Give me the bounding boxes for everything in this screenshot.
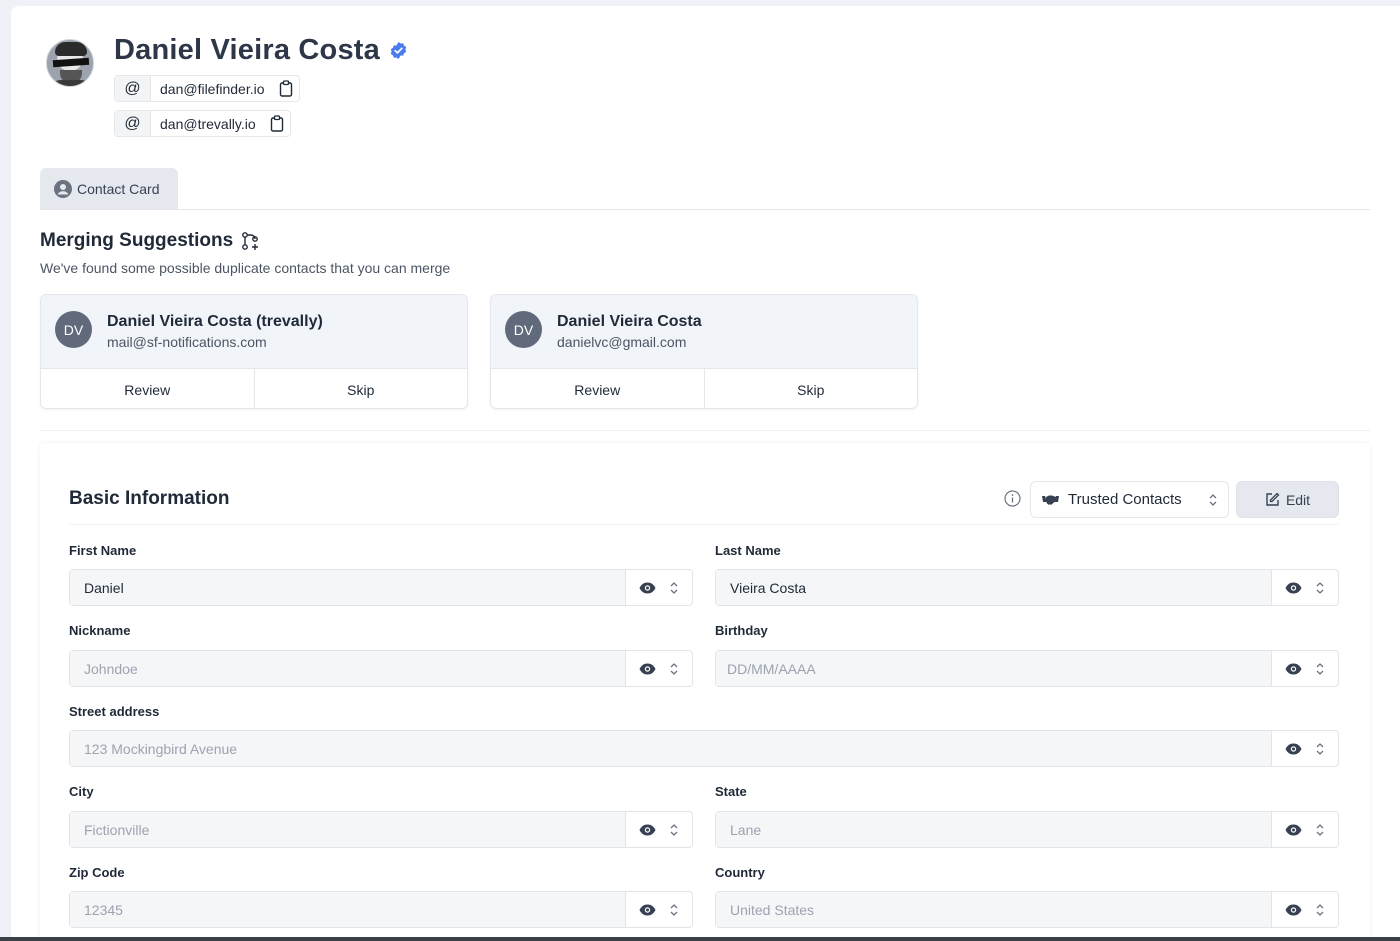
avatar-initials: DV	[505, 311, 542, 348]
merge-suggestion-card: DV Daniel Vieira Costa (trevally) mail@s…	[40, 294, 468, 409]
eye-icon[interactable]	[1285, 582, 1302, 594]
review-button[interactable]: Review	[41, 369, 255, 408]
verified-icon	[390, 41, 407, 60]
first-name-label: First Name	[69, 543, 137, 558]
avatar-initials: DV	[55, 311, 92, 348]
eye-icon[interactable]	[1285, 824, 1302, 836]
eye-icon[interactable]	[639, 663, 656, 675]
email-address: dan@filefinder.io	[160, 80, 265, 97]
state-label: State	[715, 784, 747, 799]
first-name-input[interactable]: Daniel	[70, 570, 626, 605]
contact-page: Daniel Vieira Costa @ dan@filefinder.io …	[11, 6, 1400, 938]
merge-suggestion-card: DV Daniel Vieira Costa danielvc@gmail.co…	[490, 294, 918, 409]
birthday-label: Birthday	[715, 623, 768, 638]
chevron-up-down-icon[interactable]	[1315, 741, 1325, 757]
first-name-field[interactable]: Daniel	[69, 569, 693, 606]
birthday-field[interactable]: DD/MM/AAAA	[715, 650, 1339, 687]
handshake-icon	[1042, 495, 1059, 505]
last-name-field[interactable]: Vieira Costa	[715, 569, 1339, 606]
last-name-label: Last Name	[715, 543, 781, 558]
profile-header: Daniel Vieira Costa	[114, 34, 408, 67]
review-button[interactable]: Review	[491, 369, 705, 408]
at-icon: @	[115, 76, 151, 101]
merging-title: Merging Suggestions	[40, 230, 261, 252]
street-address-input[interactable]: 123 Mockingbird Avenue	[70, 731, 1272, 766]
user-circle-icon	[54, 180, 72, 198]
eye-icon[interactable]	[639, 582, 656, 594]
chevron-up-down-icon[interactable]	[669, 661, 679, 677]
chevron-up-down-icon[interactable]	[669, 822, 679, 838]
skip-button[interactable]: Skip	[705, 369, 918, 408]
eye-icon[interactable]	[1285, 904, 1302, 916]
country-field[interactable]: United States	[715, 891, 1339, 928]
tab-contact-card[interactable]: Contact Card	[40, 168, 178, 210]
birthday-input[interactable]: DD/MM/AAAA	[716, 651, 1272, 686]
email-chip: @ dan@trevally.io	[114, 110, 291, 137]
section-title: Basic Information	[69, 488, 230, 509]
city-label: City	[69, 784, 94, 799]
chevron-up-down-icon[interactable]	[669, 902, 679, 918]
last-name-input[interactable]: Vieira Costa	[716, 570, 1272, 605]
section-divider	[69, 524, 1339, 525]
edit-button[interactable]: Edit	[1236, 481, 1339, 518]
tab-divider	[40, 209, 1370, 210]
eye-icon[interactable]	[1285, 663, 1302, 675]
at-icon: @	[115, 111, 151, 136]
section-divider	[40, 430, 1370, 431]
country-input[interactable]: United States	[716, 892, 1272, 927]
info-icon[interactable]	[1004, 490, 1021, 507]
skip-button[interactable]: Skip	[255, 369, 468, 408]
email-chip: @ dan@filefinder.io	[114, 75, 300, 102]
tab-label: Contact Card	[77, 181, 160, 197]
eye-icon[interactable]	[639, 904, 656, 916]
city-input[interactable]: Fictionville	[70, 812, 626, 847]
page-title: Daniel Vieira Costa	[114, 34, 380, 66]
chevron-up-down-icon[interactable]	[1315, 580, 1325, 596]
chevron-up-down-icon[interactable]	[669, 580, 679, 596]
git-merge-icon	[242, 232, 259, 250]
copy-icon[interactable]	[273, 76, 299, 101]
eye-icon[interactable]	[1285, 743, 1302, 755]
chevron-up-down-icon[interactable]	[1315, 661, 1325, 677]
suggestion-email: mail@sf-notifications.com	[107, 334, 267, 350]
eye-icon[interactable]	[639, 824, 656, 836]
nickname-field[interactable]: Johndoe	[69, 650, 693, 687]
bottom-edge	[0, 937, 1400, 941]
street-address-field[interactable]: 123 Mockingbird Avenue	[69, 730, 1339, 767]
copy-icon[interactable]	[264, 111, 290, 136]
nickname-input[interactable]: Johndoe	[70, 651, 626, 686]
nickname-label: Nickname	[69, 623, 131, 638]
merging-title-text: Merging Suggestions	[40, 230, 234, 251]
avatar	[46, 39, 94, 87]
state-field[interactable]: Lane	[715, 811, 1339, 848]
merging-subtitle: We've found some possible duplicate cont…	[40, 260, 451, 276]
zip-code-label: Zip Code	[69, 865, 125, 880]
suggestion-email: danielvc@gmail.com	[557, 334, 687, 350]
visibility-select[interactable]: Trusted Contacts	[1030, 481, 1229, 518]
country-label: Country	[715, 865, 765, 880]
city-field[interactable]: Fictionville	[69, 811, 693, 848]
state-input[interactable]: Lane	[716, 812, 1272, 847]
basic-information-panel: Basic Information Trusted Contacts Edit	[40, 443, 1370, 938]
suggestion-name: Daniel Vieira Costa	[557, 313, 702, 330]
email-address: dan@trevally.io	[160, 115, 256, 132]
visibility-value: Trusted Contacts	[1068, 491, 1182, 508]
suggestion-name: Daniel Vieira Costa (trevally)	[107, 313, 323, 330]
edit-icon	[1266, 492, 1280, 506]
street-address-label: Street address	[69, 704, 160, 719]
zip-code-input[interactable]: 12345	[70, 892, 626, 927]
chevron-up-down-icon	[1209, 494, 1217, 506]
chevron-up-down-icon[interactable]	[1315, 902, 1325, 918]
chevron-up-down-icon[interactable]	[1315, 822, 1325, 838]
edit-label: Edit	[1285, 491, 1311, 508]
zip-code-field[interactable]: 12345	[69, 891, 693, 928]
